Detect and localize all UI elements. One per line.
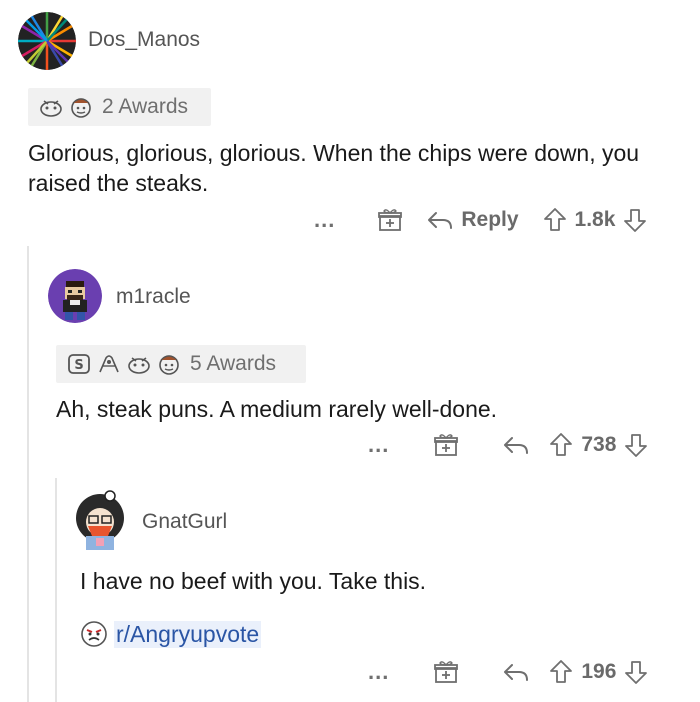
gift-award-icon[interactable]	[377, 207, 403, 233]
score-3: 196	[581, 660, 617, 683]
reply-button[interactable]: Reply	[427, 208, 519, 232]
score-1: 1.8k	[574, 208, 616, 231]
avatar-m1racle[interactable]	[48, 269, 102, 323]
awards-bar-1[interactable]: 2 Awards	[28, 88, 211, 126]
reply-arrow-icon	[428, 212, 453, 229]
award-icon	[68, 94, 94, 120]
username-m1racle[interactable]: m1racle	[116, 285, 191, 309]
avatar-gnatgurl[interactable]	[70, 490, 130, 552]
reply-arrow-icon[interactable]	[503, 662, 529, 682]
award-icon	[38, 94, 64, 120]
award-icon	[156, 351, 182, 377]
upvote-icon[interactable]	[543, 207, 567, 233]
upvote-icon[interactable]	[549, 659, 573, 685]
avatar-dos-manos[interactable]	[18, 12, 76, 70]
thread-line-level-2[interactable]	[55, 478, 57, 702]
more-options-button[interactable]: ...	[368, 659, 389, 685]
gift-award-icon[interactable]	[433, 659, 459, 685]
subreddit-link-text[interactable]: r/Angryupvote	[114, 620, 262, 648]
award-icon	[126, 351, 152, 377]
comment-text-2: Ah, steak puns. A medium rarely well-don…	[56, 396, 498, 422]
downvote-icon[interactable]	[623, 207, 647, 233]
angry-upvote-community-icon	[80, 620, 108, 648]
score-2: 738	[581, 433, 617, 456]
silver-award-icon: S	[66, 351, 92, 377]
thread-line-level-1[interactable]	[27, 246, 29, 702]
reply-arrow-icon[interactable]	[503, 435, 529, 455]
award-icon	[96, 351, 122, 377]
downvote-icon[interactable]	[624, 432, 648, 458]
gift-award-icon[interactable]	[433, 432, 459, 458]
username-dos-manos[interactable]: Dos_Manos	[88, 28, 200, 52]
subreddit-link[interactable]: r/Angryupvote	[80, 619, 262, 649]
downvote-icon[interactable]	[624, 659, 648, 685]
awards-count-label: 2 Awards	[102, 95, 188, 118]
awards-bar-2[interactable]: S 5 Awards	[56, 345, 306, 383]
username-gnatgurl[interactable]: GnatGurl	[142, 510, 227, 534]
more-options-button[interactable]: ...	[314, 207, 335, 233]
more-options-button[interactable]: ...	[368, 432, 389, 458]
svg-text:S: S	[74, 358, 83, 373]
comment-actions-1: ... Reply 1.8k	[314, 202, 647, 238]
comment-actions-3: ... 196	[368, 654, 648, 690]
comment-actions-2: ... 738	[368, 427, 648, 463]
comment-text-1: Glorious, glorious, glorious. When the c…	[28, 140, 640, 196]
awards-count-label: 5 Awards	[190, 352, 276, 375]
comment-text-3: I have no beef with you. Take this.	[80, 568, 427, 594]
upvote-icon[interactable]	[549, 432, 573, 458]
reply-label: Reply	[461, 208, 519, 231]
